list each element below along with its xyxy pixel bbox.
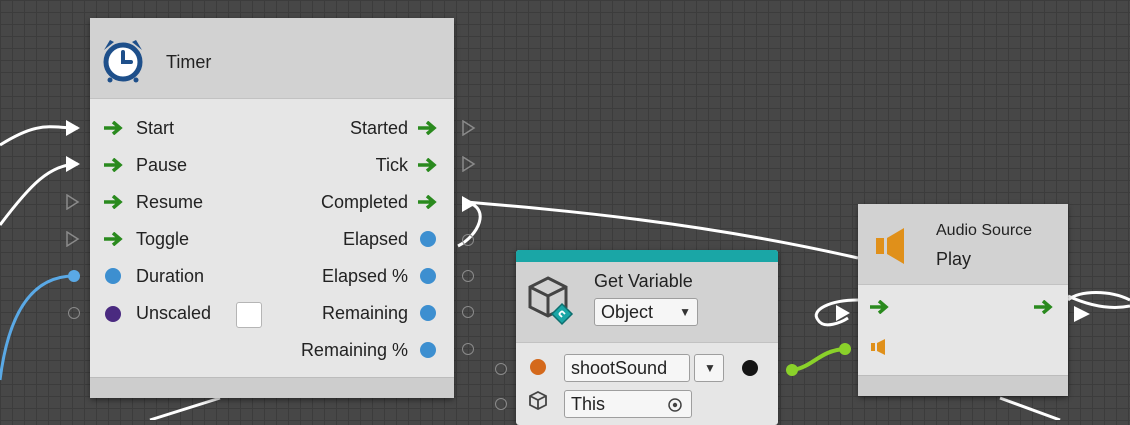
wire-play-loopback [814,298,859,327]
object-type-port[interactable] [530,359,546,375]
variable-name-field[interactable]: shootSound [564,354,690,382]
unscaled-port[interactable] [105,306,121,322]
target-picker-icon[interactable] [667,397,683,413]
wire-start-input [0,125,79,147]
output-elapsed-label: Elapsed [342,229,408,249]
audio-node-subtitle: Audio Source [936,222,1033,239]
started-out-port-icon[interactable] [462,120,476,136]
remaining-percent-port[interactable] [420,342,436,358]
timer-title: Timer [166,52,212,72]
audio-source-play-node[interactable]: Audio Source Play [858,204,1068,396]
audio-node-title: Play [936,249,972,269]
completed-flow-arrow-icon[interactable] [418,195,440,209]
alarm-clock-icon [103,40,143,83]
wire-object-to-audio [791,347,846,372]
variable-kind-dropdown[interactable]: Object ▼ [594,298,698,326]
input-pause-label: Pause [136,155,188,175]
input-unscaled-label: Unscaled [136,303,212,323]
input-duration-label: Duration [136,266,205,286]
started-flow-arrow-icon[interactable] [418,121,440,135]
wire-bottom-right [999,396,1061,420]
remaining-out-port-icon[interactable] [462,306,474,318]
tick-out-port-icon[interactable] [462,156,476,172]
unscaled-port-icon[interactable] [68,307,80,319]
toggle-flow-arrow-icon[interactable] [104,232,126,246]
cube-variable-icon [528,276,574,326]
target-field[interactable]: This [564,390,692,418]
variable-kind-value: Object [601,302,654,322]
elapsed-out-port-icon[interactable] [462,234,474,246]
pause-flow-arrow-icon[interactable] [104,158,126,172]
elapsed-port[interactable] [420,231,436,247]
unscaled-checkbox[interactable] [236,302,262,328]
output-started-label: Started [349,118,408,138]
chevron-down-icon: ▼ [704,361,716,375]
shootsound-in-port-icon[interactable] [495,363,507,375]
timer-node-footer [90,377,454,398]
target-value: This [571,394,606,414]
output-completed-label: Completed [320,192,408,212]
this-in-port-icon[interactable] [495,398,507,410]
audio-source-port-icon[interactable] [870,338,890,356]
target-cube-icon [529,390,547,411]
wire-play-output-loop [1067,291,1130,302]
play-in-flow-arrow-icon[interactable] [870,300,892,314]
output-remaining-percent-label: Remaining % [300,340,408,360]
audio-node-header[interactable]: Audio Source Play [858,204,1068,285]
input-toggle-label: Toggle [136,229,190,249]
remaining-port[interactable] [420,305,436,321]
tick-flow-arrow-icon[interactable] [418,158,440,172]
speaker-icon [876,228,904,264]
audio-node-footer [858,375,1068,396]
get-variable-accent-bar [516,250,778,262]
output-remaining-label: Remaining [321,303,408,323]
timer-node[interactable]: Timer Start Pause Resume Toggle Duration… [90,18,454,398]
chevron-down-icon: ▼ [679,305,691,319]
get-variable-node[interactable]: Get Variable Object ▼ shootSound ▼ This [516,250,778,425]
play-out-flow-arrow-icon[interactable] [1034,300,1056,314]
elapsed-percent-out-port-icon[interactable] [462,270,474,282]
toggle-port-icon[interactable] [66,231,80,247]
timer-node-header[interactable]: Timer [90,18,454,99]
duration-port[interactable] [105,268,121,284]
output-elapsed-percent-label: Elapsed % [321,266,408,286]
remaining-percent-out-port-icon[interactable] [462,343,474,355]
get-variable-header[interactable]: Get Variable Object ▼ [516,262,778,343]
resume-flow-arrow-icon[interactable] [104,195,126,209]
variable-name-dropdown-button[interactable]: ▼ [694,354,724,382]
input-resume-label: Resume [136,192,204,212]
output-tick-label: Tick [375,155,408,175]
object-output-port[interactable] [742,360,758,376]
wire-duration-input [0,274,75,381]
wire-play-output [1067,294,1130,310]
wire-bottom-left [149,396,221,420]
variable-name-value: shootSound [571,358,668,378]
resume-port-icon[interactable] [66,194,80,210]
elapsed-percent-port[interactable] [420,268,436,284]
input-start-label: Start [136,118,175,138]
start-flow-arrow-icon[interactable] [104,121,126,135]
get-variable-title: Get Variable [594,271,693,291]
